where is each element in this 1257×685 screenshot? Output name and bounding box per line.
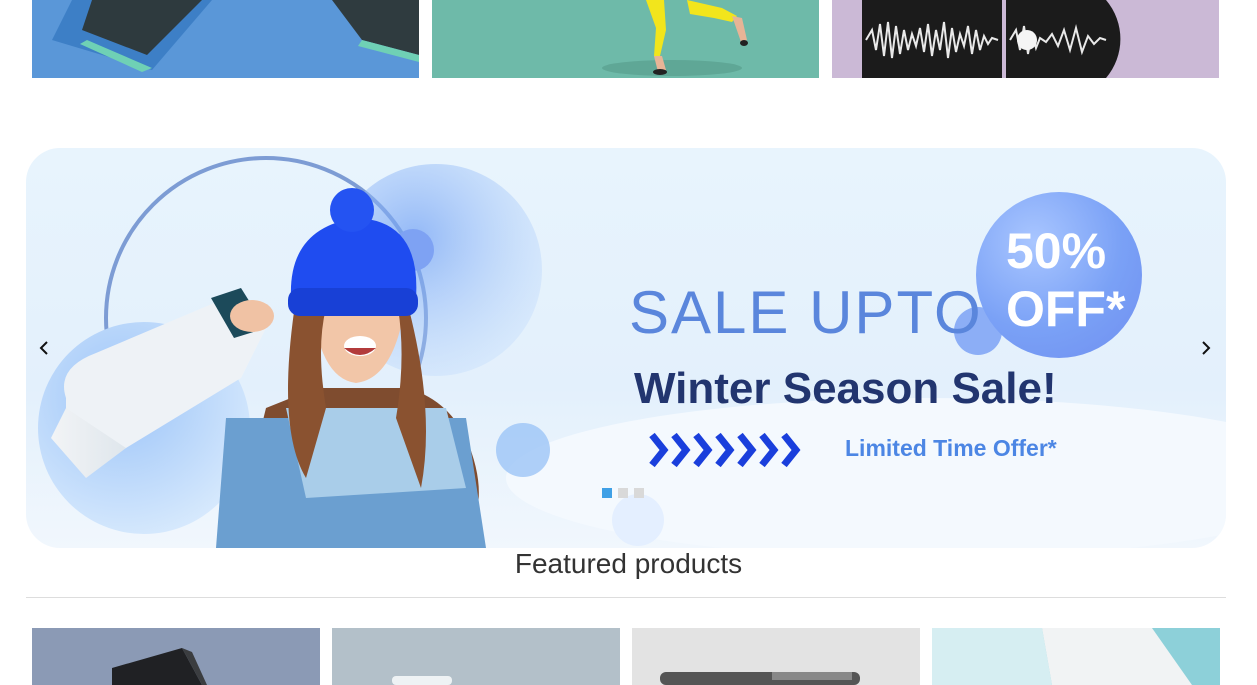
product-card-4[interactable]	[932, 628, 1220, 685]
carousel-prev-button[interactable]	[30, 334, 58, 362]
featured-products-heading: Featured products	[514, 548, 743, 579]
discount-percent: 50%	[1006, 223, 1107, 279]
carousel-dot-1[interactable]	[602, 488, 612, 498]
discount-badge-text: 50% OFF*	[1006, 222, 1125, 338]
carousel-dot-2[interactable]	[618, 488, 628, 498]
product-card-2[interactable]	[332, 628, 620, 685]
product-image-pc-tower	[32, 628, 320, 685]
product-image-camera	[632, 628, 920, 685]
carousel-dot-3[interactable]	[634, 488, 644, 498]
page: SALE UPTO 50% OFF* Winter Season Sale! L…	[0, 0, 1257, 685]
chevron-left-icon	[39, 341, 48, 355]
banner-headline: Winter Season Sale!	[634, 364, 1057, 413]
category-tile-music[interactable]	[832, 0, 1219, 78]
discount-off: OFF*	[1006, 281, 1126, 337]
product-card-1[interactable]	[32, 628, 320, 685]
product-card-3[interactable]	[632, 628, 920, 685]
category-tile-fashion[interactable]	[432, 0, 819, 78]
sale-upto-text: SALE UPTO	[629, 279, 983, 346]
carousel-next-button[interactable]	[1192, 334, 1220, 362]
category-tile-books[interactable]	[32, 0, 419, 78]
product-image-box	[932, 628, 1220, 685]
book-stack-image	[32, 0, 419, 78]
hero-banner[interactable]: SALE UPTO 50% OFF* Winter Season Sale! L…	[26, 148, 1226, 548]
chevron-right-icon	[1202, 341, 1211, 355]
product-image-device	[332, 628, 620, 685]
dancer-image	[432, 0, 819, 78]
section-divider	[26, 597, 1226, 598]
vinyl-record-image	[832, 0, 1219, 78]
carousel-dots	[602, 488, 644, 498]
limited-offer-text: Limited Time Offer*	[845, 435, 1057, 461]
